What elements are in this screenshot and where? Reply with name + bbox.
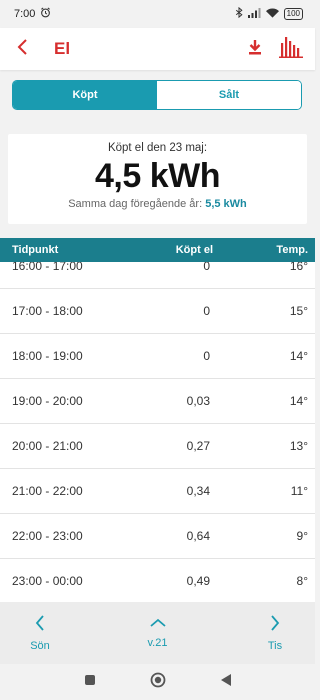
row-temp: 9° <box>296 529 308 543</box>
row-temp: 16° <box>289 262 308 273</box>
row-time: 20:00 - 21:00 <box>12 439 83 453</box>
table-row: 21:00 - 22:00 0,34 11° <box>0 469 315 514</box>
wifi-icon <box>265 7 279 21</box>
column-header-time: Tidpunkt <box>12 244 59 256</box>
chevron-up-icon <box>149 618 166 631</box>
chart-button[interactable] <box>275 28 307 70</box>
summary-card: Köpt el den 23 maj: 4,5 kWh Samma dag fö… <box>8 134 307 224</box>
recents-button[interactable] <box>84 673 96 691</box>
chevron-right-icon <box>270 614 280 634</box>
signal-icon <box>247 7 261 21</box>
row-time: 21:00 - 22:00 <box>12 484 83 498</box>
battery-icon: 100 <box>283 8 303 20</box>
bluetooth-icon <box>235 6 243 21</box>
week-button[interactable]: v.21 <box>128 618 188 649</box>
summary-compare: Samma dag föregående år: 5,5 kWh <box>8 198 307 210</box>
table-body[interactable]: 16:00 - 17:00 0 16° 17:00 - 18:00 0 15° … <box>0 262 315 602</box>
row-temp: 14° <box>289 394 308 408</box>
next-day-button[interactable]: Tis <box>245 614 305 652</box>
day-navigation: Sön v.21 Tis <box>0 602 315 664</box>
system-navigation-bar <box>0 664 315 700</box>
back-button[interactable] <box>0 28 44 70</box>
chevron-left-icon <box>16 38 28 60</box>
column-header-kwh: Köpt el <box>175 244 213 256</box>
column-header-temp: Temp. <box>276 244 308 256</box>
table-row: 23:00 - 00:00 0,49 8° <box>0 559 315 602</box>
compare-value: 5,5 kWh <box>205 198 247 210</box>
next-day-label: Tis <box>267 639 283 652</box>
alarm-icon <box>40 7 51 21</box>
row-temp: 15° <box>289 304 308 318</box>
table-row: 20:00 - 21:00 0,27 13° <box>0 424 315 469</box>
row-temp: 8° <box>296 574 308 588</box>
row-kwh: 0,34 <box>186 484 210 498</box>
row-time: 16:00 - 17:00 <box>12 262 83 273</box>
table-header: Tidpunkt Köpt el Temp. <box>0 238 315 262</box>
row-kwh: 0,49 <box>186 574 210 588</box>
table-row: 16:00 - 17:00 0 16° <box>0 262 315 289</box>
back-nav-button[interactable] <box>220 673 232 692</box>
download-button[interactable] <box>239 28 271 70</box>
home-button[interactable] <box>150 672 166 693</box>
row-temp: 11° <box>290 484 308 498</box>
chevron-left-icon <box>35 614 45 634</box>
table-row: 18:00 - 19:00 0 14° <box>0 334 315 379</box>
row-temp: 13° <box>289 439 308 453</box>
table-row: 19:00 - 20:00 0,03 14° <box>0 379 315 424</box>
row-kwh: 0,03 <box>186 394 210 408</box>
bought-sold-toggle: Köpt Sålt <box>12 80 302 110</box>
bar-chart-icon <box>279 35 303 64</box>
week-label: v.21 <box>147 636 168 649</box>
download-icon <box>248 39 262 60</box>
status-time: 7:00 <box>14 8 36 20</box>
row-temp: 14° <box>289 349 308 363</box>
row-time: 23:00 - 00:00 <box>12 574 83 588</box>
previous-day-button[interactable]: Sön <box>10 614 70 652</box>
status-bar: 7:00 100 <box>0 0 315 28</box>
summary-subtitle: Köpt el den 23 maj: <box>107 142 208 154</box>
row-kwh: 0 <box>203 262 210 273</box>
row-kwh: 0,27 <box>186 439 210 453</box>
row-time: 19:00 - 20:00 <box>12 394 83 408</box>
row-kwh: 0,64 <box>186 529 210 543</box>
row-kwh: 0 <box>203 349 210 363</box>
row-kwh: 0 <box>203 304 210 318</box>
table-row: 22:00 - 23:00 0,64 9° <box>0 514 315 559</box>
page-title: El <box>54 39 71 58</box>
row-time: 17:00 - 18:00 <box>12 304 83 318</box>
app-bar: El <box>0 28 315 70</box>
previous-day-label: Sön <box>30 639 50 652</box>
compare-label: Samma dag föregående år: <box>68 198 206 210</box>
table-row: 17:00 - 18:00 0 15° <box>0 289 315 334</box>
row-time: 18:00 - 19:00 <box>12 349 83 363</box>
summary-value: 4,5 kWh <box>95 157 220 195</box>
row-time: 22:00 - 23:00 <box>12 529 83 543</box>
segment-bought[interactable]: Köpt <box>13 81 157 109</box>
segment-sold[interactable]: Sålt <box>157 81 301 109</box>
